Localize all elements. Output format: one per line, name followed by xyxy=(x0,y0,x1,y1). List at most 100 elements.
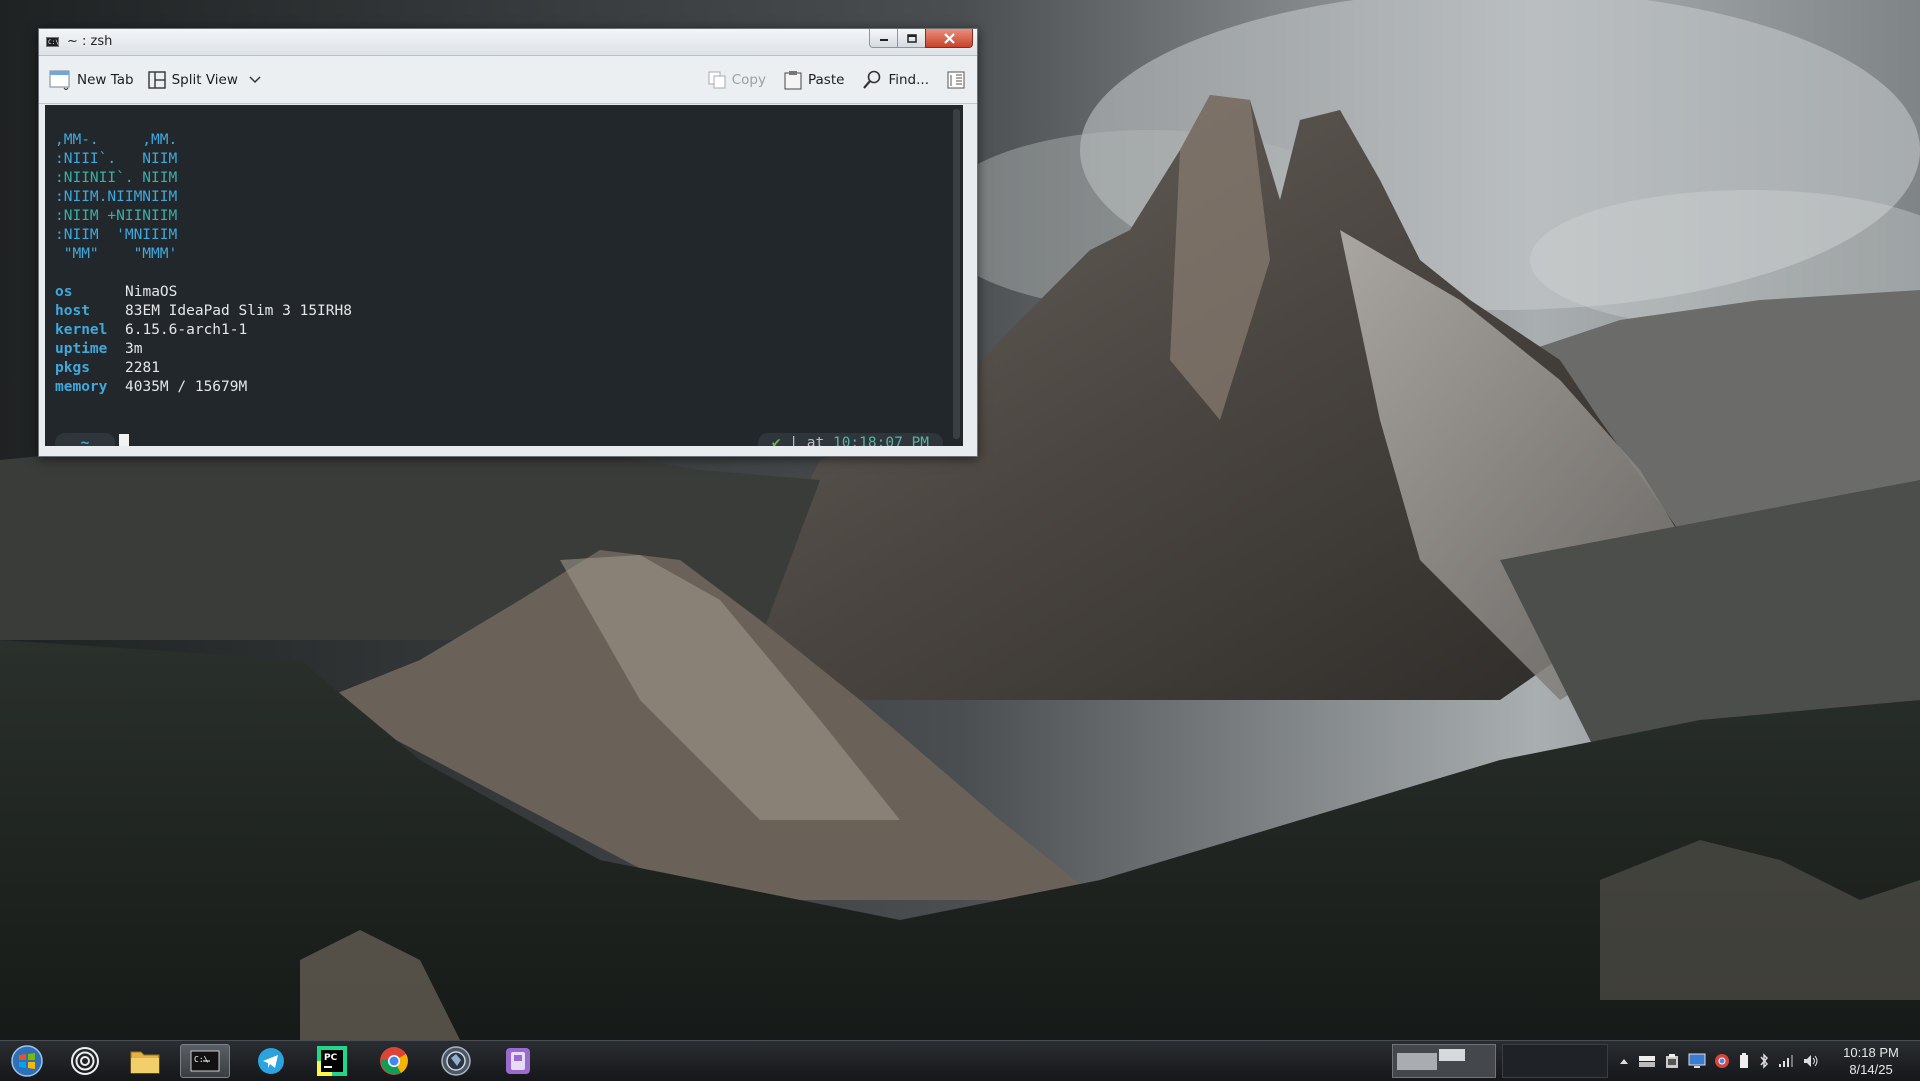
split-view-button[interactable]: Split View xyxy=(147,70,262,89)
info-key: host xyxy=(55,303,90,319)
toolbar-right-group: Copy Paste Find... xyxy=(690,56,965,104)
terminal-window[interactable]: C:\ ~ : zsh New Tab Split View Copy Past… xyxy=(38,28,978,457)
svg-text:PC: PC xyxy=(324,1053,338,1063)
clock-date: 8/14/25 xyxy=(1849,1062,1893,1077)
info-row-pkgs: pkgs 2281 xyxy=(55,359,352,378)
taskbar-pycharm[interactable]: PC xyxy=(307,1044,357,1078)
taskbar-terminal[interactable]: C:\ xyxy=(180,1044,230,1078)
minimize-button[interactable] xyxy=(869,29,898,48)
search-icon xyxy=(863,70,881,89)
copy-label: Copy xyxy=(731,72,766,88)
scrollbar[interactable] xyxy=(953,109,960,439)
info-value: NimaOS xyxy=(125,284,178,300)
info-key: os xyxy=(55,284,73,300)
ascii-logo-line: :NIIM 'MNIIIM xyxy=(55,227,178,243)
ascii-logo-line: :NIIM +NIINIIM xyxy=(55,208,178,224)
info-key: memory xyxy=(55,379,108,395)
new-tab-label: New Tab xyxy=(77,71,134,88)
taskbar-file-manager[interactable] xyxy=(120,1044,170,1078)
copy-button[interactable]: Copy xyxy=(708,71,766,89)
paste-icon xyxy=(784,71,802,90)
clock-time: 10:18 PM xyxy=(1843,1045,1899,1060)
spiral-icon xyxy=(71,1047,99,1075)
close-button[interactable] xyxy=(925,29,973,48)
paste-button[interactable]: Paste xyxy=(784,70,844,90)
window-title: ~ : zsh xyxy=(67,34,113,49)
taskbar-purple-app[interactable] xyxy=(493,1044,543,1078)
drive-icon[interactable] xyxy=(1638,1053,1656,1069)
terminal-icon: C:\ xyxy=(190,1050,220,1072)
text-cursor xyxy=(119,434,129,446)
find-button[interactable]: Find... xyxy=(862,70,929,90)
taskbar-clock[interactable]: 10:18 PM 8/14/25 xyxy=(1830,1044,1912,1078)
new-tab-button[interactable]: New Tab xyxy=(49,70,134,90)
terminal-toolbar: New Tab Split View Copy Paste Find... xyxy=(39,56,977,104)
maximize-button[interactable] xyxy=(897,29,926,48)
taskbar: C:\ PC 10:18 PM 8/14/25 xyxy=(0,1040,1920,1081)
shell-prompt[interactable]: ~ ✔ | at 10:18:07 PM xyxy=(53,433,963,446)
virtual-desktop-2[interactable] xyxy=(1502,1044,1608,1078)
ascii-logo-line: :NIII`. NIIM xyxy=(55,151,178,167)
minimize-icon xyxy=(879,39,888,41)
prompt-directory: ~ xyxy=(55,433,115,446)
display-icon[interactable] xyxy=(1688,1053,1706,1069)
split-view-label: Split View xyxy=(171,71,238,88)
pager-window-thumb xyxy=(1397,1053,1437,1070)
system-info: os NimaOS host 83EM IdeaPad Slim 3 15IRH8 … xyxy=(55,283,352,397)
info-row-memory: memory 4035M / 15679M xyxy=(55,378,352,397)
paste-label: Paste xyxy=(808,72,845,88)
clipboard-icon[interactable] xyxy=(1664,1053,1680,1069)
chrome-tray-icon[interactable] xyxy=(1714,1053,1730,1069)
tray-expand-icon[interactable] xyxy=(1618,1056,1630,1066)
ascii-logo-line: ,MM-. ,MM. xyxy=(55,132,178,148)
ascii-logo-line: "MM" "MMM' xyxy=(55,246,178,262)
copy-icon xyxy=(708,71,726,89)
chrome-icon xyxy=(380,1047,408,1075)
split-view-icon xyxy=(147,70,166,89)
info-value: 6.15.6-arch1-1 xyxy=(125,322,248,338)
info-row-kernel: kernel 6.15.6-arch1-1 xyxy=(55,321,352,340)
info-value: 2281 xyxy=(125,360,160,376)
prompt-at-label: at xyxy=(806,435,825,446)
info-key: pkgs xyxy=(55,360,90,376)
success-check-icon: ✔ xyxy=(771,435,781,446)
close-icon xyxy=(943,32,955,44)
chevron-down-icon[interactable] xyxy=(248,75,262,85)
new-tab-icon xyxy=(49,70,70,90)
prompt-separator: | xyxy=(780,435,807,446)
system-tray xyxy=(1618,1041,1828,1081)
pycharm-icon: PC xyxy=(317,1046,347,1076)
start-menu-button[interactable] xyxy=(2,1044,52,1078)
info-row-os: os NimaOS xyxy=(55,283,352,302)
ascii-logo-line: :NIINII`. NIIM xyxy=(55,170,178,186)
taskbar-chrome[interactable] xyxy=(369,1044,419,1078)
svg-text:C:\: C:\ xyxy=(194,1055,209,1064)
bluetooth-icon[interactable] xyxy=(1758,1053,1770,1069)
ascii-logo-line: :NIIM.NIIMNIIM xyxy=(55,189,178,205)
terminal-app-icon: C:\ xyxy=(46,37,59,47)
info-row-uptime: uptime 3m xyxy=(55,340,352,359)
info-key: kernel xyxy=(55,322,108,338)
window-controls xyxy=(869,29,973,48)
terminal-output[interactable]: ,MM-. ,MM. :NIII`. NIIM :NIINII`. NIIM :… xyxy=(45,105,963,446)
windows-orb-icon xyxy=(11,1045,43,1077)
taskbar-globe-app[interactable] xyxy=(431,1044,481,1078)
pager-window-thumb xyxy=(1439,1049,1465,1061)
telegram-icon xyxy=(258,1048,284,1074)
network-icon[interactable] xyxy=(1778,1054,1794,1068)
taskbar-telegram[interactable] xyxy=(246,1044,296,1078)
virtual-desktop-1[interactable] xyxy=(1392,1044,1496,1078)
info-value: 3m xyxy=(125,341,143,357)
folder-icon xyxy=(130,1051,160,1074)
ascii-logo: ,MM-. ,MM. :NIII`. NIIM :NIINII`. NIIM :… xyxy=(55,131,177,264)
taskbar-activities[interactable] xyxy=(60,1044,110,1078)
prompt-status: ✔ | at 10:18:07 PM xyxy=(757,433,943,446)
purple-app-icon xyxy=(506,1048,530,1074)
menu-icon xyxy=(947,71,965,89)
hamburger-menu-button[interactable] xyxy=(947,71,965,89)
battery-icon[interactable] xyxy=(1738,1053,1750,1069)
info-key: uptime xyxy=(55,341,108,357)
window-titlebar[interactable]: C:\ ~ : zsh xyxy=(39,29,977,56)
volume-icon[interactable] xyxy=(1802,1053,1820,1069)
find-label: Find... xyxy=(888,72,929,88)
